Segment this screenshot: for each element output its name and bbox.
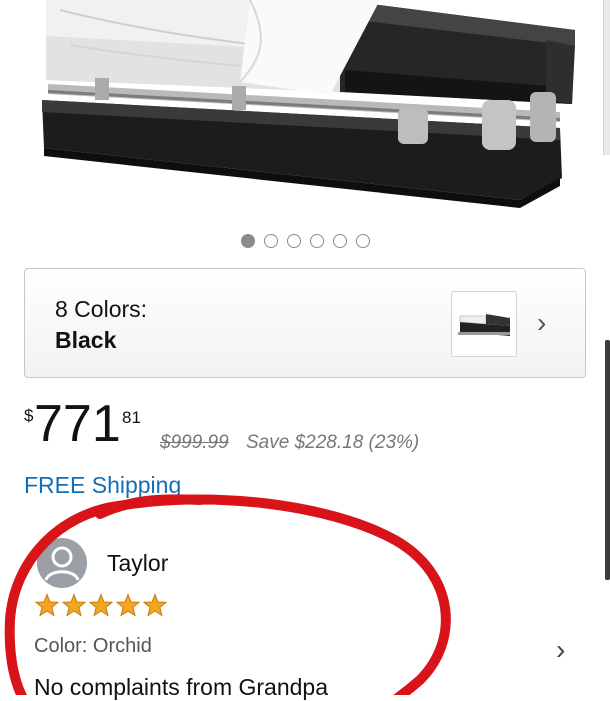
casket-image (42, 0, 575, 208)
scrollbar-track-top (603, 0, 610, 155)
price-whole: 771 (34, 395, 121, 453)
review-text: No complaints from Grandpa (34, 674, 329, 700)
user-silhouette-icon (44, 546, 80, 581)
chevron-right-icon[interactable]: › (556, 634, 565, 666)
star-icon (142, 593, 168, 617)
star-icon (61, 593, 87, 617)
carousel-dot[interactable] (263, 234, 278, 248)
product-image[interactable] (0, 0, 610, 215)
star-icon (115, 593, 141, 617)
casket-thumbnail-icon (458, 314, 510, 336)
color-swatch-thumbnail[interactable] (451, 291, 517, 357)
carousel-dot[interactable] (309, 234, 324, 248)
carousel-dot[interactable] (355, 234, 370, 248)
reviewer-name: Taylor (107, 550, 169, 576)
price-currency: $ (24, 406, 34, 425)
image-carousel-dots[interactable] (0, 234, 610, 248)
carousel-dot[interactable] (332, 234, 347, 248)
chevron-right-icon: › (537, 307, 547, 338)
star-icon (88, 593, 114, 617)
free-shipping-link[interactable]: FREE Shipping (24, 472, 181, 499)
avatar (37, 538, 87, 588)
review-variant: Color: Orchid (34, 635, 152, 657)
carousel-dot[interactable] (286, 234, 301, 248)
color-count-label: 8 Colors: (55, 296, 148, 322)
star-rating (34, 593, 168, 617)
star-icon (34, 593, 60, 617)
carousel-dot[interactable] (240, 234, 255, 248)
list-price: $999.99 (160, 432, 229, 453)
selected-color: Black (55, 327, 117, 353)
price-fraction: 81 (122, 408, 141, 427)
color-selector[interactable]: 8 Colors: Black › (24, 268, 586, 378)
page-scrollbar[interactable] (605, 340, 610, 580)
savings-text: Save $228.18 (23%) (246, 432, 420, 453)
